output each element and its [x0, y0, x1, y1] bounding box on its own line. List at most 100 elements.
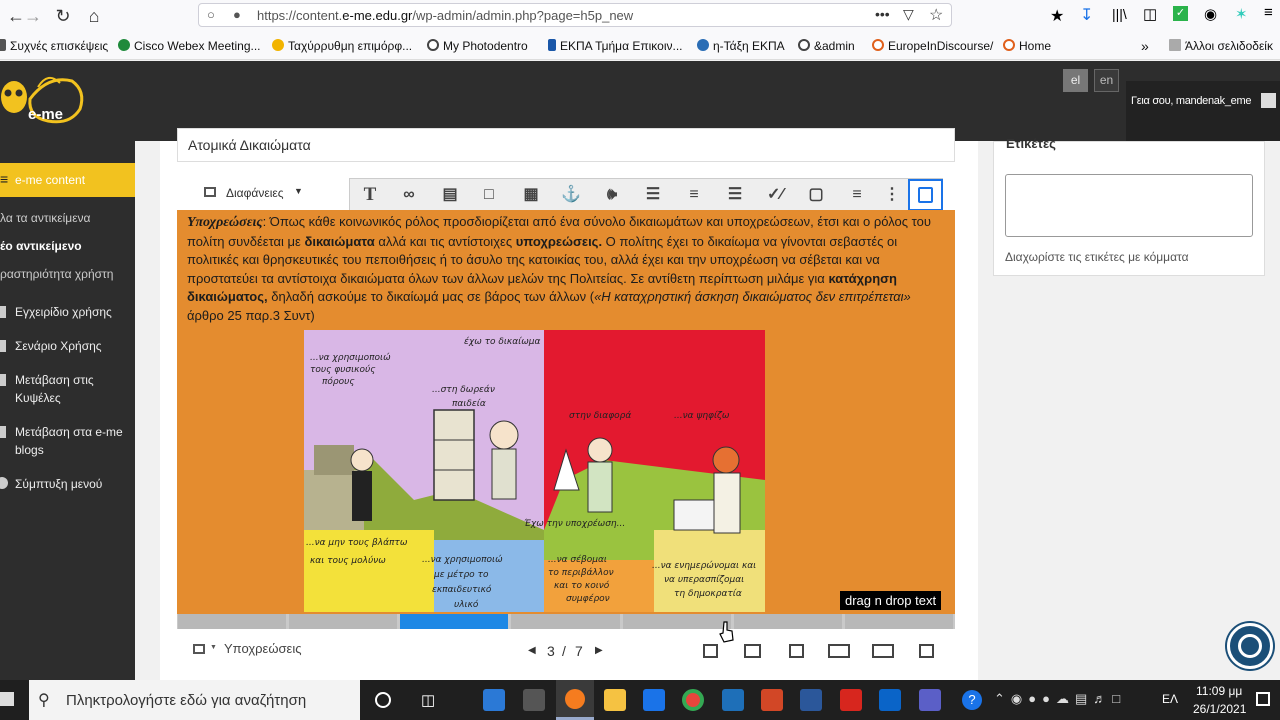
- accessibility-button[interactable]: [1227, 623, 1273, 669]
- bookmark-item[interactable]: Home: [1003, 39, 1051, 53]
- video-icon[interactable]: ▦: [520, 184, 542, 206]
- bookmark-item[interactable]: η-Τάξη ΕΚΠΑ: [697, 39, 785, 53]
- sidebar-item-e-me-content[interactable]: ≡ e-me content: [0, 163, 135, 197]
- progress-segment[interactable]: [178, 614, 287, 629]
- new-slide-icon[interactable]: [703, 644, 718, 658]
- sidebar-item-scenario[interactable]: Σενάριο Χρήσης: [0, 338, 135, 358]
- more-vertical-icon[interactable]: ⋮: [881, 184, 903, 206]
- multi-choice-icon[interactable]: ☰: [724, 184, 746, 206]
- move-left-icon[interactable]: [828, 644, 850, 658]
- home-icon[interactable]: ⌂: [82, 4, 106, 28]
- table-icon[interactable]: ☰: [642, 184, 664, 206]
- greeting-panel[interactable]: Γεια σου, mandenak_eme: [1126, 81, 1280, 141]
- teams-icon[interactable]: [919, 689, 941, 711]
- sidebar-item-hives[interactable]: Μετάβαση στις Κυψέλες: [0, 372, 135, 410]
- next-slide-icon[interactable]: ▶: [595, 645, 603, 656]
- other-bookmarks[interactable]: Άλλοι σελιδοδείκ: [1169, 39, 1273, 53]
- bookmark-star-icon[interactable]: ☆: [929, 5, 943, 25]
- sidebar-toggle-icon[interactable]: ◫: [1143, 5, 1157, 23]
- sidebar-subitem-new[interactable]: έο αντικείμενο: [0, 239, 82, 253]
- download-icon[interactable]: ↧: [1080, 5, 1093, 25]
- help-icon[interactable]: ?: [962, 690, 982, 710]
- title-field[interactable]: Ατομικά Δικαιώματα: [177, 128, 955, 162]
- progress-segment[interactable]: [733, 614, 842, 629]
- bookmark-item[interactable]: ΕΚΠΑ Τμήμα Επικοιν...: [548, 39, 683, 53]
- prev-slide-icon[interactable]: ◀: [528, 645, 536, 656]
- audio-icon[interactable]: 🕪: [601, 184, 623, 206]
- clock-time[interactable]: 11:09 μμ: [1196, 684, 1242, 698]
- forward-icon[interactable]: →: [21, 4, 45, 28]
- address-bar[interactable]: ○ ● https://content.e-me.edu.gr/wp-admin…: [198, 3, 952, 27]
- library-icon[interactable]: |||\: [1112, 6, 1127, 22]
- bookmark-item[interactable]: My Photodentro: [427, 39, 528, 53]
- export-slide-icon[interactable]: [789, 644, 804, 658]
- bookmark-item[interactable]: Συχνές επισκέψεις: [0, 39, 108, 53]
- summary-icon[interactable]: ≡: [846, 184, 868, 206]
- slide-canvas[interactable]: Υποχρεώσεις: Όπως κάθε κοινωνικός ρόλος …: [177, 210, 955, 616]
- sidebar-collapse-menu[interactable]: Σύμπτυξη μενού: [0, 476, 135, 496]
- url-text[interactable]: https://content.e-me.edu.gr/wp-admin/adm…: [257, 8, 633, 23]
- tray-icons[interactable]: ⌃◉●●☁▤♬□: [994, 691, 1126, 707]
- extension-check-icon[interactable]: ✓: [1173, 6, 1188, 21]
- sidebar-subitem-activity[interactable]: ραστηριότητα χρήστη: [0, 267, 113, 281]
- task-view-icon[interactable]: ◫: [421, 691, 435, 709]
- bookmark-item[interactable]: Ταχύρρυθμη επιμόρφ...: [272, 39, 412, 53]
- caret-down-icon[interactable]: ▼: [210, 644, 217, 651]
- bookmark-item[interactable]: Cisco Webex Meeting...: [118, 39, 261, 53]
- taskbar-search[interactable]: ⚲ Πληκτρολογήστε εδώ για αναζήτηση: [29, 680, 360, 720]
- vpn-icon[interactable]: ✶: [1235, 5, 1248, 23]
- link-icon[interactable]: ∞: [398, 184, 420, 206]
- progress-segment[interactable]: [400, 614, 509, 629]
- firefox-icon[interactable]: [556, 680, 594, 720]
- bookmark-item[interactable]: EuropeInDiscourse/: [872, 39, 993, 53]
- account-icon[interactable]: ◉: [1204, 5, 1217, 23]
- sidebar-item-blogs[interactable]: Μετάβαση στα e-me blogs: [0, 424, 135, 462]
- slides-dropdown[interactable]: Διαφάνειες ▼: [204, 184, 314, 204]
- word-icon[interactable]: [800, 689, 822, 711]
- e-me-logo[interactable]: e-me: [0, 69, 90, 133]
- progress-segment[interactable]: [622, 614, 731, 629]
- outlook-icon[interactable]: [879, 689, 901, 711]
- windows-start-icon[interactable]: [0, 692, 14, 706]
- star-list-icon[interactable]: ★: [1050, 6, 1064, 26]
- drag-text-button[interactable]: [908, 179, 943, 211]
- powerpoint-icon[interactable]: [761, 689, 783, 711]
- lang-en-button[interactable]: en: [1094, 69, 1119, 92]
- avatar[interactable]: [1261, 93, 1276, 108]
- bookmark-item[interactable]: &admin: [798, 39, 855, 53]
- progress-segment[interactable]: [511, 614, 620, 629]
- chrome-icon[interactable]: [682, 689, 704, 711]
- menu-icon[interactable]: ≡: [1264, 4, 1273, 21]
- notifications-icon[interactable]: [1256, 692, 1270, 706]
- lock-icon[interactable]: ●: [233, 7, 241, 22]
- move-right-icon[interactable]: [872, 644, 894, 658]
- language-indicator[interactable]: ΕΛ: [1162, 692, 1178, 706]
- sidebar-item-manual[interactable]: Εγχειρίδιο χρήσης: [0, 304, 135, 324]
- clock-date[interactable]: 26/1/2021: [1193, 702, 1246, 716]
- mail-icon[interactable]: [643, 689, 665, 711]
- delete-slide-icon[interactable]: [919, 644, 934, 658]
- acrobat-icon[interactable]: [840, 689, 862, 711]
- tags-textarea[interactable]: [1005, 174, 1253, 237]
- image-icon[interactable]: ▤: [439, 184, 461, 206]
- file-explorer-icon[interactable]: [604, 689, 626, 711]
- fill-blanks-icon[interactable]: ▢: [805, 184, 827, 206]
- shield-icon[interactable]: ○: [207, 7, 215, 22]
- app-m-icon[interactable]: [722, 689, 744, 711]
- more-icon[interactable]: •••: [875, 6, 890, 22]
- text-icon[interactable]: T: [359, 184, 381, 206]
- single-choice-icon[interactable]: ≡: [683, 184, 705, 206]
- progress-segment[interactable]: [289, 614, 398, 629]
- lang-el-button[interactable]: el: [1063, 69, 1088, 92]
- slide-progress-bar[interactable]: [177, 614, 955, 629]
- true-false-icon[interactable]: ✓⁄: [764, 184, 786, 206]
- slide-text[interactable]: Υποχρεώσεις: Όπως κάθε κοινωνικός ρόλος …: [187, 213, 947, 326]
- reload-icon[interactable]: ↻: [51, 4, 75, 28]
- shapes-icon[interactable]: □: [478, 184, 500, 206]
- clone-slide-icon[interactable]: [744, 644, 761, 658]
- sidebar-subitem-all[interactable]: λα τα αντικείμενα: [0, 211, 91, 225]
- pocket-icon[interactable]: ▽: [903, 6, 914, 23]
- app-icon[interactable]: [523, 689, 545, 711]
- app-icon[interactable]: [483, 689, 505, 711]
- cartoon-image[interactable]: έχω το δικαίωμα ...να χρησιμοποιώ τους φ…: [304, 330, 765, 612]
